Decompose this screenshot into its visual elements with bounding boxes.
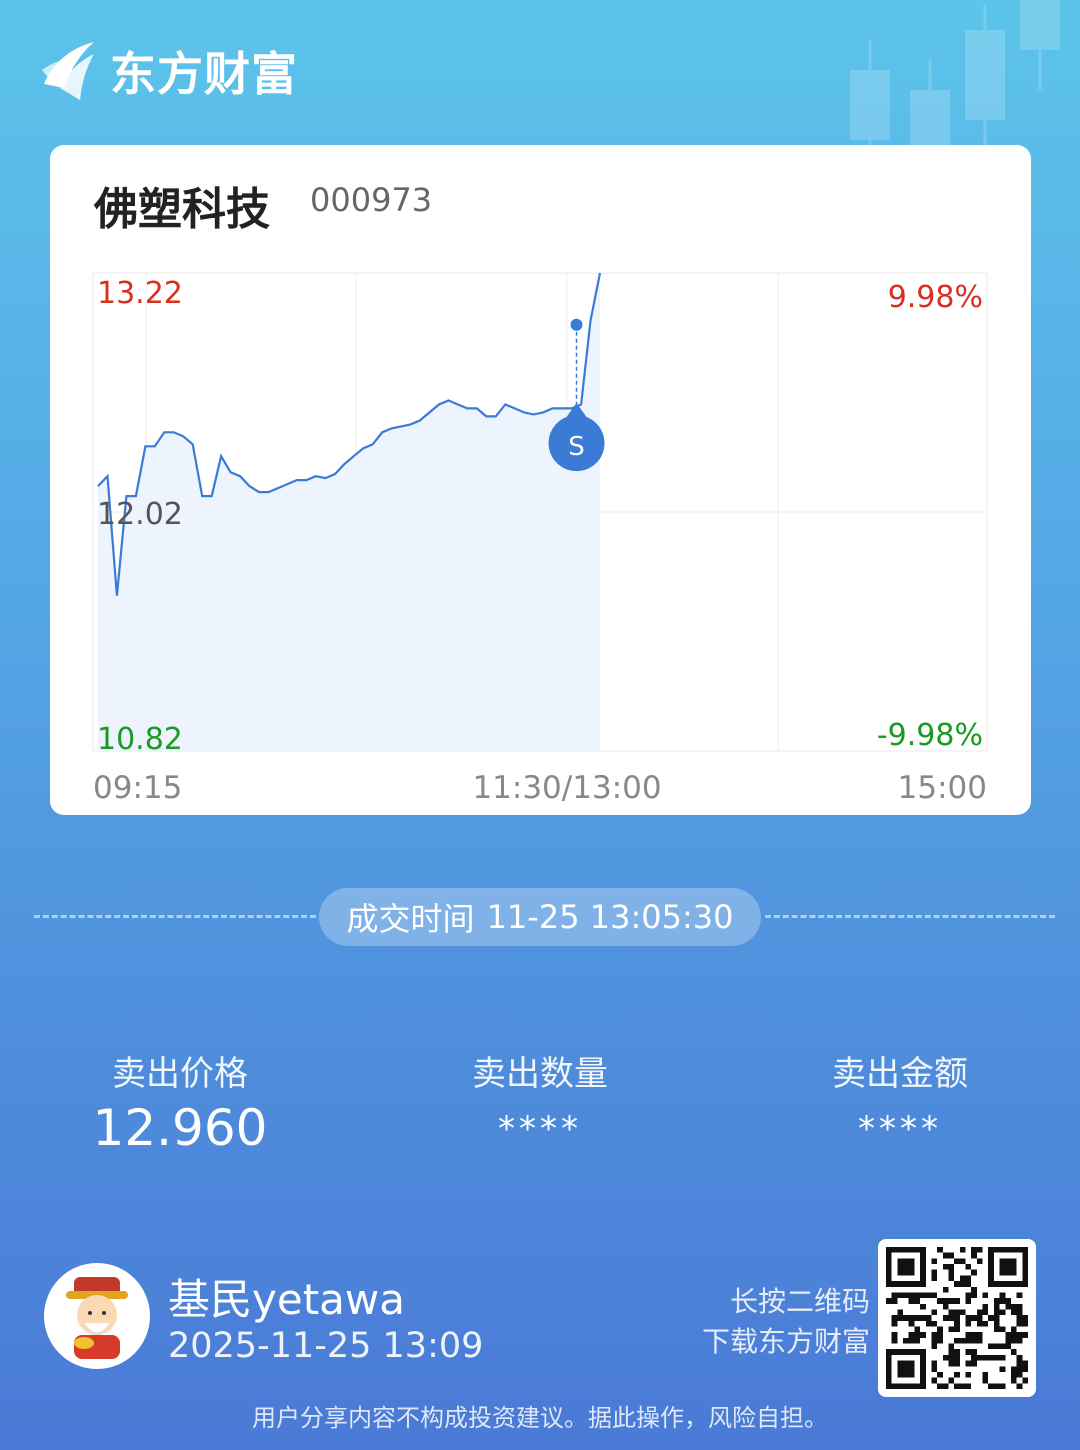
y-tick-label: 12.02 — [97, 497, 183, 532]
intraday-chart: S 13.22 12.02 10.82 9.98% -9.98% 09:15 11:30/13… — [92, 272, 988, 806]
qr-code[interactable] — [878, 1239, 1036, 1397]
stat-sell-quantity-value: **** — [498, 1109, 582, 1149]
deal-time-label: 成交时间 — [346, 900, 475, 938]
stat-sell-amount-label: 卖出金额 — [832, 1054, 968, 1094]
divider-left — [34, 915, 316, 918]
user-name: 基民yetawa — [168, 1275, 405, 1324]
stock-name: 佛塑科技 — [94, 184, 270, 235]
brand-logo: 东方财富 — [40, 38, 298, 104]
qr-hint: 长按二维码 下载东方财富 — [660, 1282, 870, 1362]
stat-sell-quantity-label: 卖出数量 — [472, 1054, 608, 1094]
x-tick-label: 11:30/13:00 — [472, 770, 661, 806]
sell-marker-label: S — [568, 432, 585, 462]
brand-name: 东方财富 — [110, 47, 298, 101]
brand-logo-icon — [42, 42, 94, 100]
pct-tick-label: 9.98% — [888, 280, 983, 315]
share-time: 2025-11-25 13:09 — [168, 1326, 484, 1366]
deal-time-value: 11-25 13:05:30 — [486, 898, 734, 936]
stat-sell-price-label: 卖出价格 — [112, 1054, 248, 1094]
y-tick-label: 10.82 — [97, 722, 183, 757]
avatar[interactable] — [44, 1263, 150, 1369]
x-tick-label: 09:15 — [93, 770, 182, 806]
qr-code-icon — [886, 1247, 1028, 1389]
deal-time-pill: 成交时间 11-25 13:05:30 — [319, 888, 761, 946]
stat-sell-price-value: 12.960 — [92, 1099, 268, 1157]
qr-hint-line1: 长按二维码 — [729, 1285, 870, 1318]
marker-point — [570, 318, 583, 331]
divider-right — [765, 915, 1055, 918]
x-tick-label: 15:00 — [898, 770, 987, 806]
qr-hint-line2: 下载东方财富 — [701, 1325, 870, 1358]
stat-sell-quantity: 卖出数量 **** — [420, 1046, 660, 1149]
y-tick-label: 13.22 — [97, 276, 183, 311]
stat-sell-price: 卖出价格 12.960 — [60, 1046, 300, 1157]
stat-sell-amount: 卖出金额 **** — [780, 1046, 1020, 1149]
stat-sell-amount-value: **** — [858, 1109, 942, 1149]
stock-card: S 13.22 12.02 10.82 9.98% -9.98% 09:15 11:30/13… — [50, 145, 1031, 815]
disclaimer: 用户分享内容不构成投资建议。据此操作，风险自担。 — [252, 1404, 828, 1432]
pct-tick-label: -9.98% — [877, 718, 983, 753]
stock-code: 000973 — [310, 181, 433, 219]
avatar-fortune-god-icon — [66, 1277, 128, 1359]
